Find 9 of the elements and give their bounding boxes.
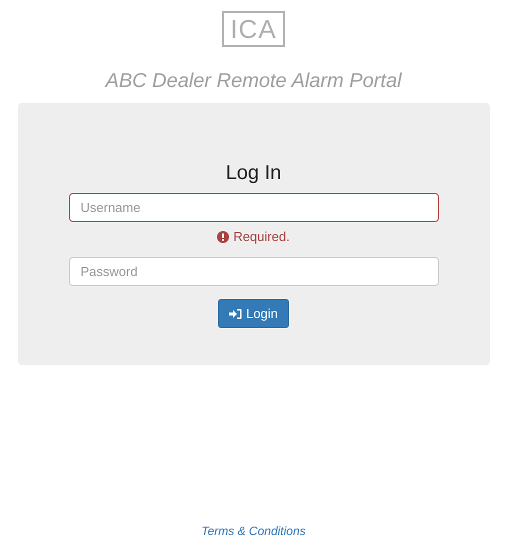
form-heading: Log In: [226, 161, 282, 185]
error-message: Required.: [233, 228, 290, 246]
sign-in-icon: [229, 308, 242, 320]
logo: ICA: [222, 11, 285, 47]
terms-link[interactable]: Terms & Conditions: [201, 522, 306, 540]
login-button[interactable]: Login: [218, 299, 289, 328]
input-field[interactable]: Username: [68, 193, 438, 222]
page-title: ABC Dealer Remote Alarm Portal: [105, 69, 402, 93]
error-icon: [217, 230, 230, 242]
